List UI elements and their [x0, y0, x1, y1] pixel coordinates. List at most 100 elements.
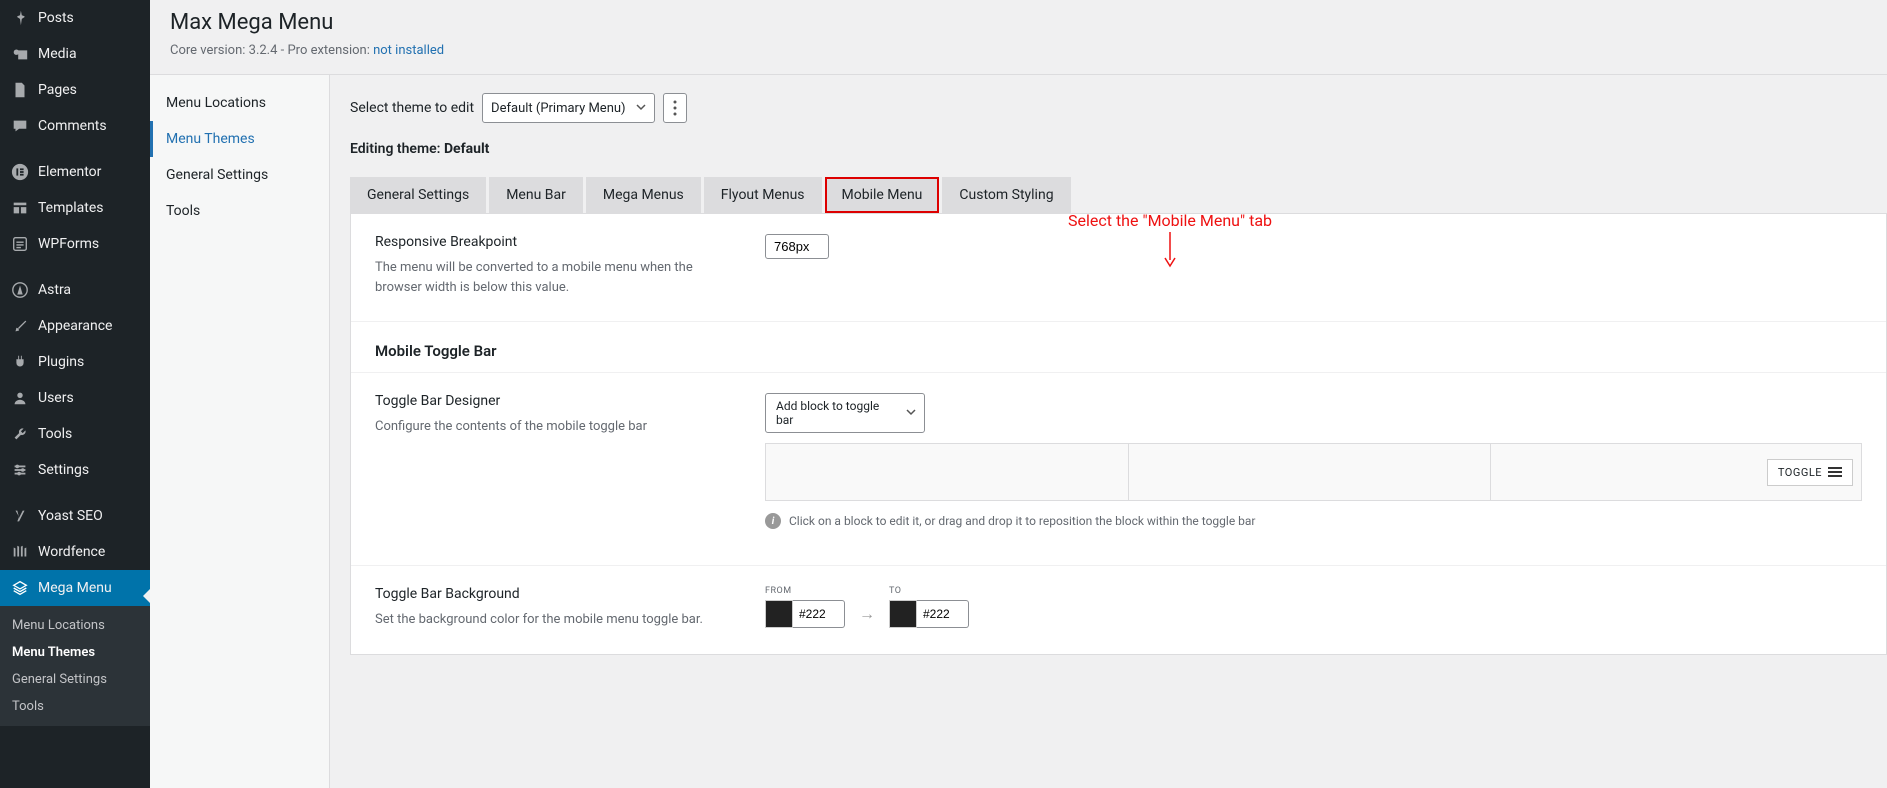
designer-cells: TOGGLE	[765, 443, 1862, 501]
inner-nav-menu-locations[interactable]: Menu Locations	[150, 85, 329, 121]
astra-icon	[10, 280, 30, 300]
sidebar-item-templates[interactable]: Templates	[0, 190, 150, 226]
elementor-icon	[10, 162, 30, 182]
megamenu-icon	[10, 578, 30, 598]
sidebar-item-wpforms[interactable]: WPForms	[0, 226, 150, 262]
brush-icon	[10, 316, 30, 336]
inner-nav-general-settings[interactable]: General Settings	[150, 157, 329, 193]
sidebar-item-megamenu[interactable]: Mega Menu	[0, 570, 150, 606]
breakpoint-input[interactable]	[765, 234, 829, 259]
wpforms-icon	[10, 234, 30, 254]
tab-custom-styling[interactable]: Custom Styling	[942, 177, 1070, 213]
users-icon	[10, 388, 30, 408]
tabs: General Settings Menu Bar Mega Menus Fly…	[350, 177, 1887, 213]
not-installed-link[interactable]: not installed	[373, 43, 444, 58]
sidebar-label: Templates	[38, 200, 104, 216]
wordfence-icon	[10, 542, 30, 562]
sidebar-label: Comments	[38, 118, 107, 134]
settings-icon	[10, 460, 30, 480]
arrow-right-icon: →	[859, 604, 875, 624]
setting-toggle-background: Toggle Bar Background Set the background…	[351, 566, 1886, 654]
sidebar-item-plugins[interactable]: Plugins	[0, 344, 150, 380]
page-title: Max Mega Menu	[170, 10, 1867, 35]
to-swatch[interactable]	[889, 600, 917, 628]
editing-theme-label: Editing theme: Default	[350, 141, 1887, 157]
sidebar-label: Pages	[38, 82, 77, 98]
templates-icon	[10, 198, 30, 218]
from-label: FROM	[765, 586, 845, 596]
submenu-menu-locations[interactable]: Menu Locations	[0, 612, 150, 639]
sidebar-item-posts[interactable]: Posts	[0, 0, 150, 36]
add-block-select[interactable]: Add block to toggle bar	[765, 393, 925, 433]
designer-cell-center[interactable]	[1129, 444, 1492, 500]
designer-cell-right[interactable]: TOGGLE	[1491, 444, 1861, 500]
sidebar-label: Astra	[38, 282, 71, 298]
sidebar-label: Plugins	[38, 354, 84, 370]
inner-nav-menu-themes[interactable]: Menu Themes	[150, 121, 329, 157]
plugin-icon	[10, 352, 30, 372]
pushpin-icon	[10, 8, 30, 28]
sidebar-item-comments[interactable]: Comments	[0, 108, 150, 144]
sidebar-label: Mega Menu	[38, 580, 112, 596]
chevron-down-icon	[906, 406, 916, 420]
sidebar-item-appearance[interactable]: Appearance	[0, 308, 150, 344]
sidebar-label: Settings	[38, 462, 89, 478]
hamburger-icon	[1828, 466, 1842, 478]
chevron-down-icon	[636, 101, 646, 116]
mobile-toggle-header: Mobile Toggle Bar	[351, 322, 1886, 373]
sidebar-item-pages[interactable]: Pages	[0, 72, 150, 108]
setting-responsive-breakpoint: Responsive Breakpoint The menu will be c…	[351, 214, 1886, 322]
sidebar-label: WPForms	[38, 236, 99, 252]
setting-toggle-designer: Toggle Bar Designer Configure the conten…	[351, 373, 1886, 566]
to-label: TO	[889, 586, 969, 596]
sidebar-label: Users	[38, 390, 74, 406]
theme-actions-button[interactable]	[663, 93, 687, 123]
tab-mega-menus[interactable]: Mega Menus	[586, 177, 701, 213]
main-content: Max Mega Menu Core version: 3.2.4 - Pro …	[150, 0, 1887, 788]
tab-menu-bar[interactable]: Menu Bar	[489, 177, 583, 213]
submenu-tools[interactable]: Tools	[0, 693, 150, 720]
designer-title: Toggle Bar Designer	[375, 393, 725, 409]
kebab-icon	[673, 100, 677, 116]
yoast-icon	[10, 506, 30, 526]
sidebar-item-yoast[interactable]: Yoast SEO	[0, 498, 150, 534]
sidebar-label: Yoast SEO	[38, 508, 103, 524]
inner-nav-tools[interactable]: Tools	[150, 193, 329, 229]
submenu-menu-themes[interactable]: Menu Themes	[0, 639, 150, 666]
from-color-input[interactable]	[793, 600, 845, 628]
sidebar-item-settings[interactable]: Settings	[0, 452, 150, 488]
breakpoint-title: Responsive Breakpoint	[375, 234, 725, 250]
sidebar-label: Media	[38, 46, 77, 62]
page-subtitle: Core version: 3.2.4 - Pro extension: not…	[170, 43, 1867, 58]
page-header: Max Mega Menu Core version: 3.2.4 - Pro …	[150, 0, 1887, 74]
sidebar-item-wordfence[interactable]: Wordfence	[0, 534, 150, 570]
wp-admin-sidebar: Posts Media Pages Comments Elementor Tem…	[0, 0, 150, 788]
theme-select[interactable]: Default (Primary Menu)	[482, 93, 655, 123]
select-theme-label: Select theme to edit	[350, 100, 474, 116]
page-icon	[10, 80, 30, 100]
media-icon	[10, 44, 30, 64]
sidebar-item-astra[interactable]: Astra	[0, 272, 150, 308]
info-icon: i	[765, 513, 781, 529]
submenu-general-settings[interactable]: General Settings	[0, 666, 150, 693]
tab-general-settings[interactable]: General Settings	[350, 177, 486, 213]
settings-area: Responsive Breakpoint The menu will be c…	[350, 213, 1887, 655]
sidebar-label: Elementor	[38, 164, 101, 180]
tab-flyout-menus[interactable]: Flyout Menus	[704, 177, 822, 213]
wrench-icon	[10, 424, 30, 444]
sidebar-item-media[interactable]: Media	[0, 36, 150, 72]
from-swatch[interactable]	[765, 600, 793, 628]
toggle-block[interactable]: TOGGLE	[1767, 459, 1853, 486]
tab-mobile-menu[interactable]: Mobile Menu	[825, 177, 940, 213]
bg-desc: Set the background color for the mobile …	[375, 610, 725, 630]
inner-sidebar: Menu Locations Menu Themes General Setti…	[150, 75, 330, 788]
sidebar-item-elementor[interactable]: Elementor	[0, 154, 150, 190]
sidebar-item-tools[interactable]: Tools	[0, 416, 150, 452]
sidebar-label: Posts	[38, 10, 74, 26]
to-color-input[interactable]	[917, 600, 969, 628]
sidebar-item-users[interactable]: Users	[0, 380, 150, 416]
designer-hint: i Click on a block to edit it, or drag a…	[765, 501, 1862, 541]
sidebar-label: Wordfence	[38, 544, 105, 560]
sidebar-submenu: Menu Locations Menu Themes General Setti…	[0, 606, 150, 726]
designer-cell-left[interactable]	[766, 444, 1129, 500]
